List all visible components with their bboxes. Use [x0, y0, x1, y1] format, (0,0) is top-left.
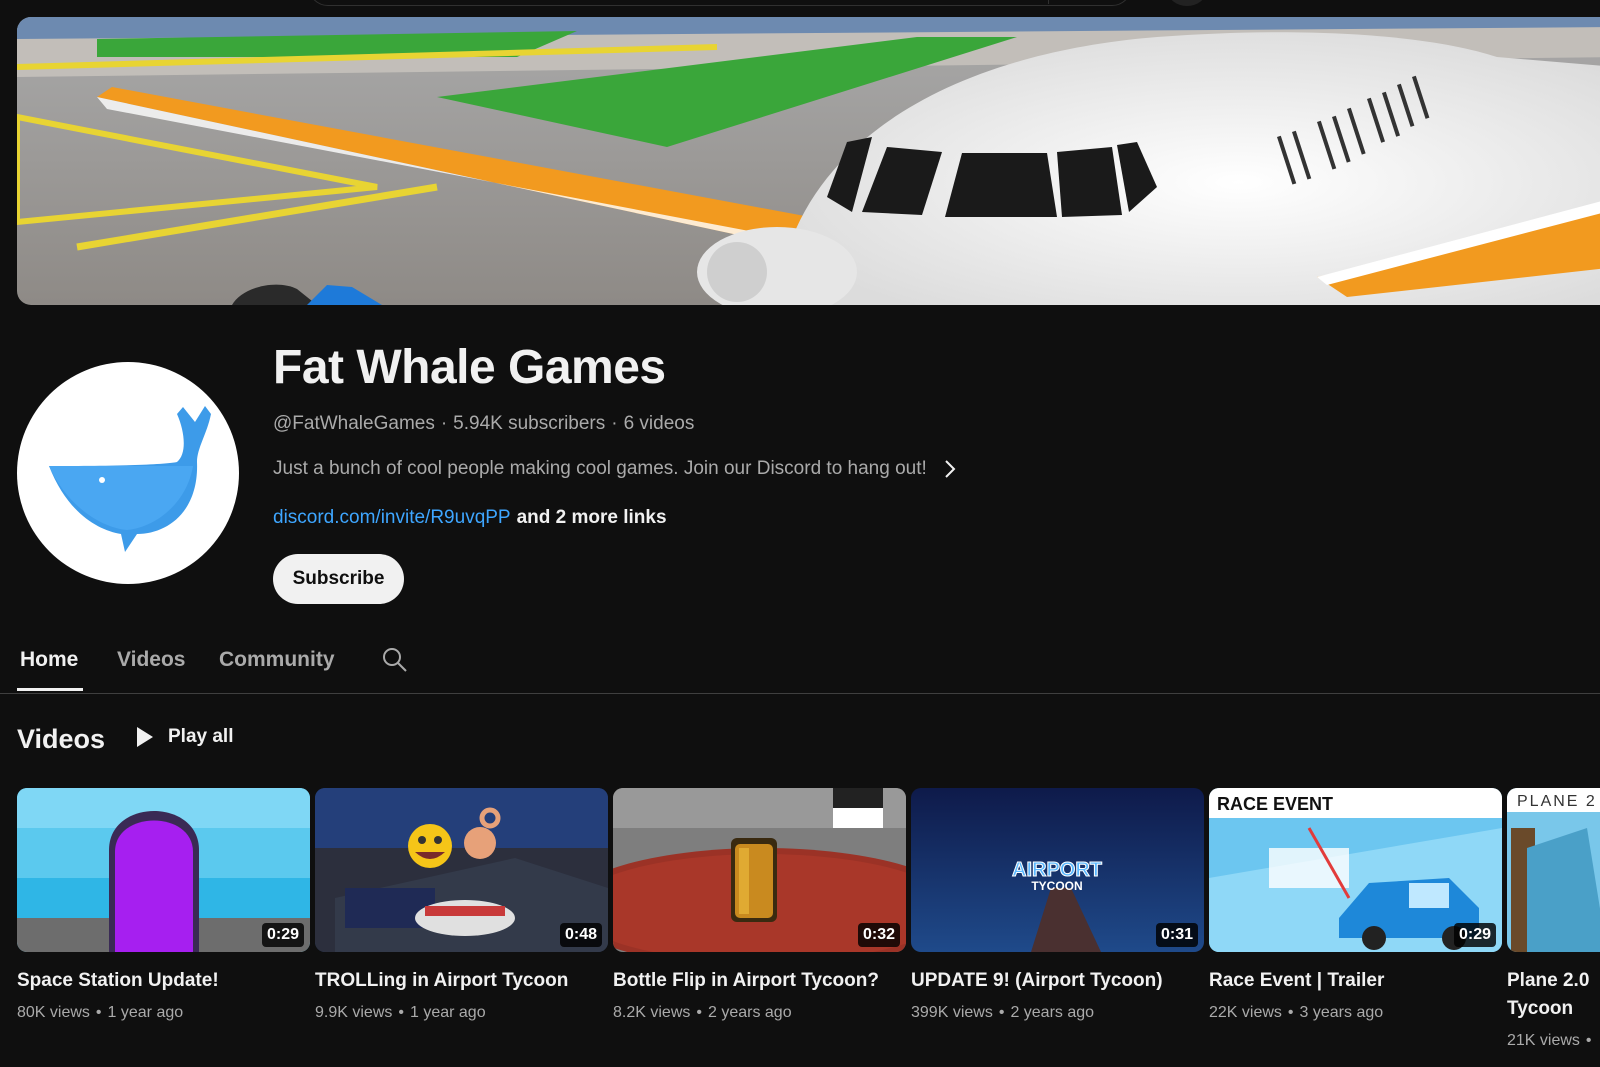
channel-name: Fat Whale Games	[273, 341, 666, 394]
channel-handle: @FatWhaleGames	[273, 413, 435, 434]
video-thumbnail[interactable]: 0:48	[315, 788, 608, 952]
video-card[interactable]: 0:48 TROLLing in Airport Tycoon 9.9K vie…	[315, 788, 608, 1022]
video-card[interactable]: AIRPORT TYCOON 0:31 UPDATE 9! (Airport T…	[911, 788, 1204, 1022]
video-duration: 0:32	[857, 923, 900, 947]
channel-meta: @FatWhaleGames · 5.94K subscribers · 6 video…	[273, 413, 694, 435]
play-all-button[interactable]: Play all	[136, 726, 234, 748]
view-count: 22K views	[1209, 1004, 1282, 1021]
race-event-text: RACE EVENT	[1217, 794, 1333, 814]
chevron-right-icon	[943, 459, 957, 479]
more-links[interactable]: and 2 more links	[517, 507, 667, 528]
meta-separator: ·	[611, 413, 618, 434]
channel-avatar[interactable]	[17, 362, 239, 584]
meta-dot: •	[398, 1004, 404, 1021]
video-duration: 0:29	[1453, 923, 1496, 947]
meta-dot: •	[95, 1004, 102, 1021]
top-bar	[0, 0, 1600, 17]
view-count: 399K views	[911, 1004, 993, 1021]
video-age: 3 years ago	[1299, 1004, 1384, 1021]
channel-banner	[17, 17, 1600, 305]
video-count: 6 videos	[623, 413, 695, 434]
play-icon	[136, 726, 154, 748]
section-title: Videos	[17, 724, 106, 754]
view-count: 9.9K views	[315, 1004, 393, 1021]
plane-thumb-text: PLANE 2	[1517, 793, 1597, 810]
subscribe-button[interactable]: Subscribe	[273, 554, 404, 604]
description-text: Just a bunch of cool people making cool …	[273, 458, 927, 479]
meta-separator: ·	[440, 413, 448, 434]
search-box[interactable]	[308, 0, 1132, 6]
video-age: 2 years ago	[707, 1004, 792, 1021]
video-duration: 0:31	[1155, 923, 1198, 947]
play-all-label: Play all	[168, 726, 234, 747]
video-thumbnail[interactable]: RACE EVENT 0:29	[1209, 788, 1502, 952]
channel-tabs: Home Videos Community	[0, 640, 1600, 694]
video-card[interactable]: RACE EVENT 0:29 Race Event | Trailer 22K…	[1209, 788, 1502, 1022]
tycoon-logo-text: TYCOON	[1031, 879, 1082, 893]
view-count: 21K views	[1507, 1032, 1580, 1049]
video-card[interactable]: 0:32 Bottle Flip in Airport Tycoon? 8.2K…	[613, 788, 906, 1022]
active-tab-indicator	[17, 688, 83, 691]
tab-community[interactable]: Community	[219, 648, 335, 672]
video-card[interactable]: PLANE 2 Plane 2.0 Tycoon 21K views •	[1507, 788, 1600, 1050]
video-title[interactable]: TROLLing in Airport Tycoon	[315, 967, 608, 995]
video-thumbnail[interactable]: AIRPORT TYCOON 0:31	[911, 788, 1204, 952]
video-thumbnail[interactable]: PLANE 2	[1507, 788, 1600, 952]
video-thumbnail[interactable]: 0:29	[17, 788, 310, 952]
discord-link[interactable]: discord.com/invite/R9uvqPP	[273, 507, 511, 528]
tab-home[interactable]: Home	[20, 648, 78, 672]
video-age: 2 years ago	[1010, 1004, 1095, 1021]
video-title[interactable]: Race Event | Trailer	[1209, 967, 1502, 995]
channel-links: discord.com/invite/R9uvqPP and 2 more lin…	[273, 507, 667, 529]
video-duration: 0:48	[559, 923, 602, 947]
video-meta: 8.2K views • 2 years ago	[613, 1004, 906, 1022]
whale-logo	[49, 406, 211, 552]
subscriber-count: 5.94K subscribers	[453, 413, 606, 434]
video-meta: 22K views • 3 years ago	[1209, 1004, 1502, 1022]
page: Fat Whale Games @FatWhaleGames · 5.94K sub…	[0, 0, 1600, 1067]
meta-dot: •	[1287, 1004, 1294, 1021]
video-meta: 9.9K views • 1 year ago	[315, 1004, 608, 1022]
video-title[interactable]: UPDATE 9! (Airport Tycoon)	[911, 967, 1204, 995]
meta-dot: •	[696, 1004, 702, 1021]
search-divider	[1048, 0, 1049, 4]
channel-description[interactable]: Just a bunch of cool people making cool …	[273, 458, 957, 480]
video-duration: 0:29	[261, 923, 304, 947]
meta-dot: •	[1585, 1032, 1592, 1049]
video-age: 1 year ago	[107, 1004, 184, 1021]
video-thumbnail[interactable]: 0:32	[613, 788, 906, 952]
video-age: 1 year ago	[409, 1004, 486, 1021]
meta-dot: •	[998, 1004, 1005, 1021]
view-count: 8.2K views	[613, 1004, 691, 1021]
airport-logo-text: AIRPORT	[1012, 859, 1102, 881]
video-meta: 21K views •	[1507, 1032, 1600, 1050]
video-title[interactable]: Space Station Update!	[17, 967, 310, 995]
video-meta: 399K views • 2 years ago	[911, 1004, 1204, 1022]
view-count: 80K views	[17, 1004, 90, 1021]
tab-videos[interactable]: Videos	[117, 648, 185, 672]
voice-search-button[interactable]	[1168, 0, 1206, 6]
search-icon[interactable]	[381, 646, 409, 679]
video-meta: 80K views • 1 year ago	[17, 1004, 310, 1022]
video-card[interactable]: 0:29 Space Station Update! 80K views • 1 y…	[17, 788, 310, 1022]
video-title[interactable]: Bottle Flip in Airport Tycoon?	[613, 967, 906, 995]
video-title[interactable]: Plane 2.0 Tycoon	[1507, 967, 1600, 1023]
banner-image	[17, 17, 1600, 305]
